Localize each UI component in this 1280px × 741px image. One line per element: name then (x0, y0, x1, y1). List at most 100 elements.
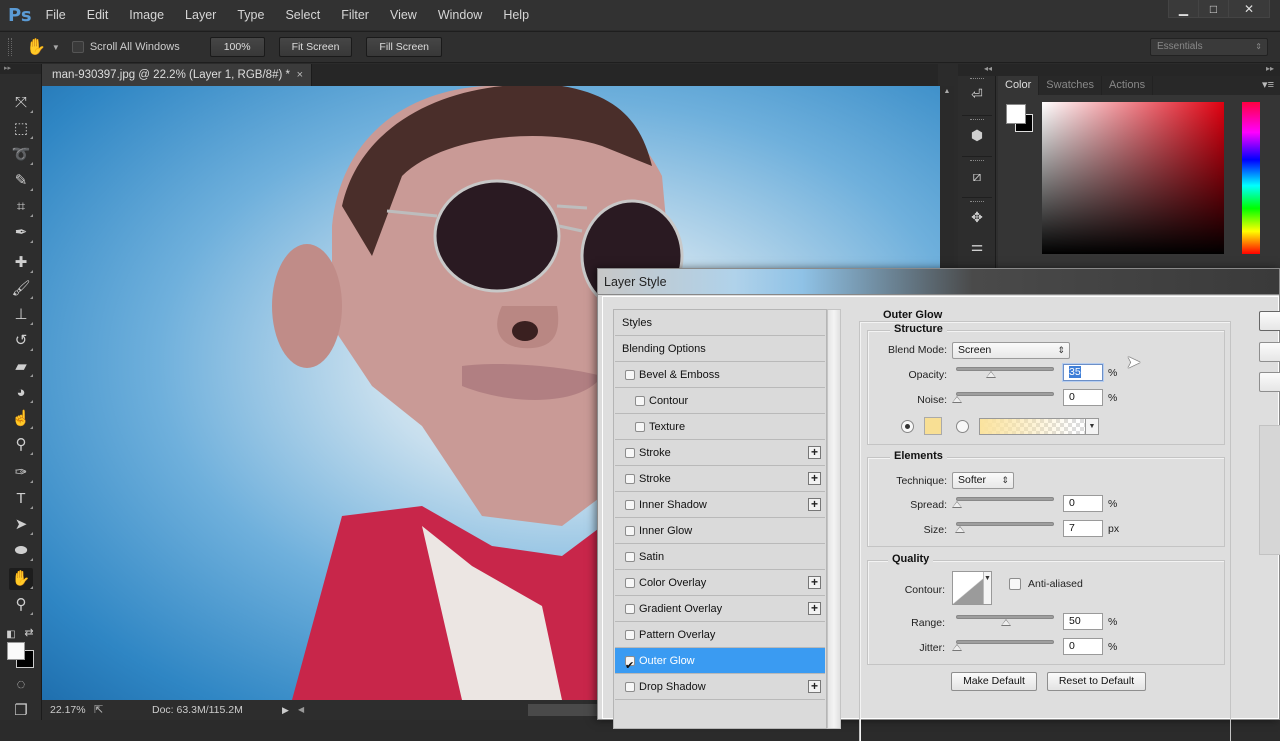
menu-help[interactable]: Help (503, 8, 529, 22)
swap-colors-icon[interactable]: ⇄ (22, 622, 36, 644)
collapse-icon[interactable]: ▸▸ (0, 64, 41, 74)
close-icon[interactable]: ✕ (1229, 0, 1269, 17)
spread-slider[interactable] (952, 497, 1054, 508)
style-item-drop-shadow[interactable]: Drop Shadow + (615, 674, 825, 700)
styles-list-scrollbar[interactable] (827, 309, 841, 729)
scroll-left-icon[interactable]: ◀ (298, 700, 304, 720)
gradient-picker[interactable]: ▼ (979, 418, 1099, 435)
panel-menu-icon[interactable]: ▾≡ (1262, 78, 1274, 91)
menu-view[interactable]: View (390, 8, 417, 22)
style-item-satin[interactable]: Satin (615, 544, 825, 570)
gradient-radio[interactable] (956, 420, 969, 433)
add-style-icon[interactable]: + (808, 680, 821, 693)
add-style-icon[interactable]: + (808, 446, 821, 459)
range-slider-thumb[interactable] (1001, 619, 1011, 626)
share-icon[interactable]: ⇱ (94, 700, 103, 720)
glow-color-swatch[interactable] (924, 417, 942, 435)
menu-image[interactable]: Image (129, 8, 164, 22)
opacity-slider-thumb[interactable] (986, 371, 997, 378)
style-item-stroke[interactable]: Stroke + (615, 440, 825, 466)
style-checkbox[interactable] (625, 682, 635, 692)
style-checkbox[interactable] (625, 448, 635, 458)
tab-swatches[interactable]: Swatches (1039, 76, 1102, 95)
menu-edit[interactable]: Edit (87, 8, 109, 22)
range-slider[interactable] (956, 615, 1054, 626)
checkbox-box[interactable] (71, 41, 84, 53)
add-style-icon[interactable]: + (808, 472, 821, 485)
horizontal-scroll-thumb[interactable] (528, 704, 598, 716)
zoom-level[interactable]: 22.17% (50, 700, 86, 720)
style-item-pattern-overlay[interactable]: Pattern Overlay (615, 622, 825, 648)
screen-mode-icon[interactable]: ❐ (9, 700, 33, 722)
noise-slider[interactable] (952, 392, 1054, 403)
chevron-down-icon[interactable]: ▼ (1085, 419, 1098, 434)
color-picker-field[interactable] (1042, 102, 1224, 254)
menu-layer[interactable]: Layer (185, 8, 216, 22)
jitter-slider[interactable] (952, 640, 1054, 651)
jitter-slider-thumb[interactable] (952, 644, 962, 651)
menu-file[interactable]: File (46, 8, 66, 22)
fit-screen-button[interactable]: Fit Screen (278, 37, 353, 57)
tab-actions[interactable]: Actions (1102, 76, 1154, 95)
expand-right-icon[interactable]: ▸▸ (1266, 64, 1274, 73)
blend-mode-select[interactable]: Screen ⇕ (952, 342, 1070, 359)
chevron-down-icon[interactable]: ▼ (52, 43, 60, 52)
style-checkbox[interactable] (625, 474, 635, 484)
hue-slider[interactable] (1242, 102, 1260, 254)
options-bar-grip[interactable] (8, 38, 12, 56)
dialog-title[interactable]: Layer Style (598, 269, 1279, 295)
style-checkbox[interactable] (625, 653, 635, 679)
style-checkbox[interactable] (635, 396, 645, 406)
minimize-icon[interactable]: ▁ (1169, 0, 1199, 17)
scroll-all-windows-checkbox[interactable]: Scroll All Windows (71, 41, 180, 53)
style-item-bevel-emboss[interactable]: Bevel & Emboss (615, 362, 825, 388)
new-style-button[interactable] (1259, 372, 1280, 392)
style-item-inner-shadow[interactable]: Inner Shadow + (615, 492, 825, 518)
noise-input[interactable]: 0 (1063, 389, 1103, 406)
chevron-down-icon[interactable]: ▼ (983, 572, 991, 604)
style-checkbox[interactable] (635, 422, 645, 432)
size-slider[interactable] (954, 522, 1054, 533)
add-style-icon[interactable]: + (808, 602, 821, 615)
noise-slider-thumb[interactable] (952, 396, 962, 403)
spread-input[interactable]: 0 (1063, 495, 1103, 512)
style-item-styles[interactable]: Styles (615, 310, 825, 336)
fill-screen-button[interactable]: Fill Screen (366, 37, 443, 57)
brush-presets-icon[interactable]: ✥ (962, 199, 992, 239)
style-item-outer-glow[interactable]: Outer Glow (615, 648, 825, 679)
add-style-icon[interactable]: + (808, 576, 821, 589)
style-checkbox[interactable] (625, 604, 635, 614)
solid-color-radio[interactable] (901, 420, 914, 433)
opacity-input[interactable]: 35 (1063, 364, 1103, 381)
tab-color[interactable]: Color (998, 76, 1040, 95)
menu-select[interactable]: Select (285, 8, 320, 22)
style-item-blending-options[interactable]: Blending Options (615, 336, 825, 362)
foreground-color-swatch[interactable] (1006, 104, 1026, 124)
size-input[interactable]: 7 (1063, 520, 1103, 537)
close-tab-icon[interactable]: × (297, 64, 303, 86)
scroll-up-icon[interactable]: ▲ (940, 88, 954, 95)
spread-slider-thumb[interactable] (952, 501, 962, 508)
menu-window[interactable]: Window (438, 8, 482, 22)
history-icon[interactable]: ⏎ (962, 76, 992, 116)
anti-aliased-checkbox[interactable] (1009, 578, 1021, 590)
jitter-input[interactable]: 0 (1063, 638, 1103, 655)
size-slider-thumb[interactable] (954, 526, 965, 533)
maximize-icon[interactable]: □ (1199, 0, 1229, 17)
style-item-inner-glow[interactable]: Inner Glow (615, 518, 825, 544)
foreground-color-swatch[interactable] (7, 642, 25, 660)
workspace-switcher[interactable]: Essentials ⇕ (1150, 38, 1268, 56)
style-item-contour[interactable]: Contour (615, 388, 825, 414)
hand-icon[interactable]: ✋ (26, 37, 46, 57)
style-item-stroke[interactable]: Stroke + (615, 466, 825, 492)
style-checkbox[interactable] (625, 370, 635, 380)
paths-icon[interactable]: ⧄ (962, 158, 992, 198)
status-menu-arrow-icon[interactable]: ▶ (282, 700, 289, 720)
style-checkbox[interactable] (625, 630, 635, 640)
document-tab[interactable]: man-930397.jpg @ 22.2% (Layer 1, RGB/8#)… (42, 64, 312, 86)
style-item-color-overlay[interactable]: Color Overlay + (615, 570, 825, 596)
zoom-100-button[interactable]: 100% (209, 37, 265, 57)
ok-button[interactable] (1259, 311, 1280, 331)
3d-icon[interactable]: ⬢ (962, 117, 992, 157)
opacity-slider[interactable] (956, 367, 1054, 378)
